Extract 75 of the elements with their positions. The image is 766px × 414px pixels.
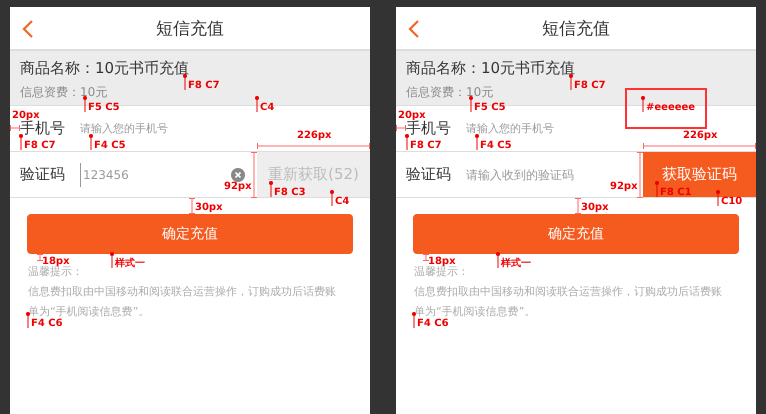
annotation-label: F4 C5 <box>94 140 126 152</box>
field-label: 手机号 <box>406 119 452 138</box>
annotation-label: F8 C7 <box>410 140 442 152</box>
annotation-label: F8 C3 <box>274 187 306 199</box>
code-input[interactable]: 123456 <box>80 162 192 186</box>
page-title: 短信充值 <box>542 18 610 40</box>
dimension-label: 20px <box>398 110 426 121</box>
product-name: 商品名称：10元书币充值 <box>406 58 576 79</box>
confirm-button[interactable]: 确定充值 <box>413 214 739 254</box>
annotation-label: F5 C5 <box>88 102 120 114</box>
callout-marker-icon <box>330 190 334 206</box>
dimension-label: 92px <box>224 181 252 193</box>
page-title: 短信充值 <box>156 18 224 40</box>
dimension-line <box>37 254 43 261</box>
callout-marker-icon <box>569 74 573 90</box>
fee-text: 信息资费：10元 <box>20 84 108 101</box>
dimension-label: 226px <box>297 130 332 142</box>
field-label: 验证码 <box>20 165 66 184</box>
tip-text: 信息费扣取由中国移动和阅读联合运营操作，订购成功后话费账单为“手机阅读信息费”。 <box>28 284 337 318</box>
back-icon[interactable] <box>22 20 34 38</box>
fee-text: 信息资费：10元 <box>406 84 494 101</box>
dimension-line <box>189 198 195 214</box>
callout-marker-icon <box>83 96 87 112</box>
tip-title: 温馨提示： <box>414 265 469 280</box>
callout-marker-icon <box>89 134 93 150</box>
callout-marker-icon <box>183 74 187 90</box>
field-label: 手机号 <box>20 119 66 138</box>
annotation-label: C10 <box>721 196 742 208</box>
annotation-label: C4 <box>335 196 350 208</box>
callout-marker-icon <box>269 181 273 197</box>
callout-marker-icon <box>475 134 479 150</box>
field-label: 验证码 <box>406 165 452 184</box>
callout-marker-icon <box>469 96 473 112</box>
annotation-label: F4 C5 <box>480 140 512 152</box>
confirm-button[interactable]: 确定充值 <box>27 214 353 254</box>
callout-marker-icon <box>496 252 500 268</box>
code-input[interactable]: 请输入收到的验证码 <box>466 162 578 186</box>
annotation-label: F8 C7 <box>574 80 606 92</box>
callout-marker-icon <box>19 134 23 150</box>
dimension-line <box>10 125 20 131</box>
annotation-label: F8 C1 <box>660 187 692 199</box>
callout-marker-icon <box>255 96 259 112</box>
callout-marker-icon <box>26 312 30 328</box>
callout-marker-icon <box>716 190 720 206</box>
dimension-label: 30px <box>195 202 223 214</box>
dimension-line <box>575 198 581 214</box>
dimension-line <box>637 152 643 198</box>
annotation-label: #eeeeee <box>646 102 696 114</box>
dimension-label: 30px <box>581 202 609 214</box>
dimension-label: 226px <box>683 130 718 142</box>
clear-icon[interactable] <box>231 168 245 182</box>
tip-title: 温馨提示： <box>28 265 83 280</box>
annotation-label: 样式一 <box>115 258 145 270</box>
dimension-label: 92px <box>610 181 638 193</box>
callout-marker-icon <box>405 134 409 150</box>
product-name: 商品名称：10元书币充值 <box>20 58 190 79</box>
annotation-label: F8 C7 <box>24 140 56 152</box>
annotation-label: F4 C6 <box>417 318 449 330</box>
dimension-line <box>251 152 257 198</box>
callout-marker-icon <box>655 181 659 197</box>
back-icon[interactable] <box>408 20 420 38</box>
annotation-label: 样式一 <box>501 258 531 270</box>
callout-marker-icon <box>110 252 114 268</box>
dimension-label: 20px <box>12 110 40 121</box>
callout-marker-icon <box>641 96 645 112</box>
annotation-label: C4 <box>260 102 274 114</box>
callout-marker-icon <box>412 312 416 328</box>
dimension-line <box>423 254 429 261</box>
annotation-label: F8 C7 <box>188 80 220 92</box>
annotation-label: F4 C6 <box>31 318 63 330</box>
annotation-label: F5 C5 <box>474 102 506 114</box>
dimension-label: 18px <box>42 256 70 267</box>
dimension-line <box>396 125 406 131</box>
dimension-label: 18px <box>428 256 456 267</box>
tip-text: 信息费扣取由中国移动和阅读联合运营操作，订购成功后话费账单为“手机阅读信息费”。 <box>414 284 723 318</box>
